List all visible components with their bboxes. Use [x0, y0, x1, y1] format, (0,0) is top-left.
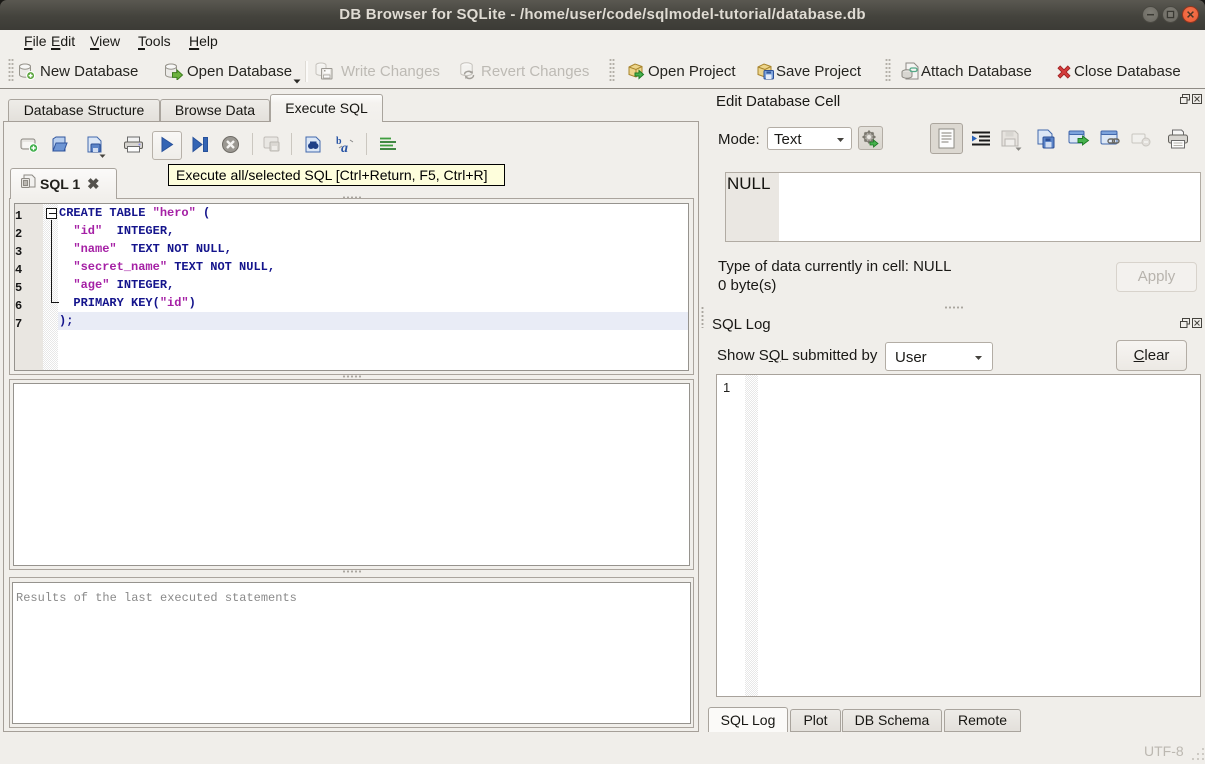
- svg-text:a: a: [341, 141, 348, 154]
